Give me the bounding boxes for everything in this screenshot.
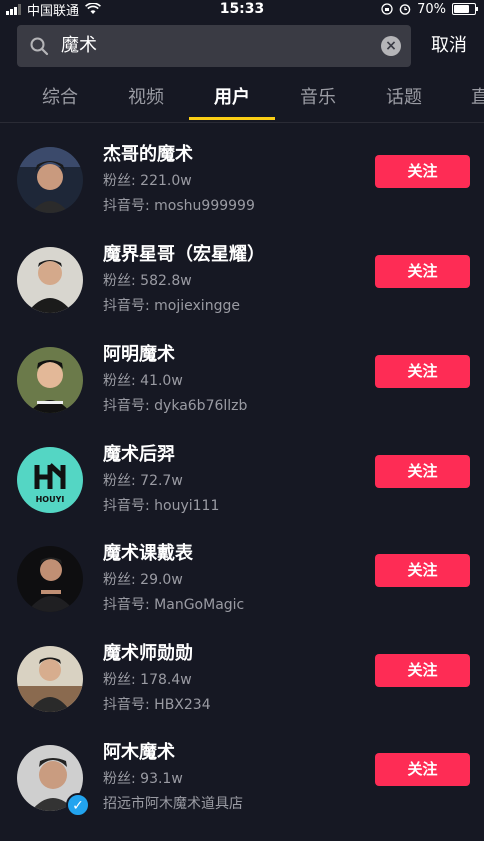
account-id: 招远市阿木魔术道具店	[103, 796, 243, 812]
user-name: 魔术师勋勋	[103, 643, 193, 664]
user-row[interactable]: 阿明魔术 粉丝: 41.0w 抖音号: dyka6b76llzb 关注	[0, 343, 484, 443]
user-row[interactable]: 杰哥的魔术 粉丝: 221.0w 抖音号: moshu999999 关注	[0, 143, 484, 243]
user-row[interactable]: HOUYI 魔术后羿 粉丝: 72.7w 抖音号: houyi111 关注	[0, 443, 484, 543]
avatar[interactable]	[17, 646, 83, 712]
search-input[interactable]: 魔术	[61, 25, 97, 67]
tab-general[interactable]: 综合	[17, 80, 103, 120]
tab-users[interactable]: 用户	[189, 80, 275, 120]
account-id: 抖音号: HBX234	[103, 697, 211, 713]
avatar[interactable]	[17, 247, 83, 313]
fans-count: 粉丝: 72.7w	[103, 473, 183, 489]
fans-count: 粉丝: 178.4w	[103, 672, 192, 688]
tab-bar: 综合 视频 用户 音乐 话题 直	[0, 80, 484, 123]
user-name: 魔术课戴表	[103, 543, 193, 564]
user-row[interactable]: ✓ 阿木魔术 粉丝: 93.1w 招远市阿木魔术道具店 关注	[0, 741, 484, 841]
follow-button[interactable]: 关注	[375, 355, 470, 388]
follow-button[interactable]: 关注	[375, 255, 470, 288]
avatar[interactable]	[17, 546, 83, 612]
avatar[interactable]	[17, 347, 83, 413]
user-row[interactable]: 魔界星哥（宏星耀） 粉丝: 582.8w 抖音号: mojiexingge 关注	[0, 243, 484, 343]
account-id: 抖音号: dyka6b76llzb	[103, 398, 248, 414]
battery-icon	[452, 3, 478, 15]
avatar[interactable]	[17, 147, 83, 213]
avatar[interactable]: HOUYI	[17, 447, 83, 513]
tab-videos[interactable]: 视频	[103, 80, 189, 120]
account-id: 抖音号: houyi111	[103, 498, 220, 514]
tab-music[interactable]: 音乐	[275, 80, 361, 120]
fans-count: 粉丝: 29.0w	[103, 572, 183, 588]
orientation-lock-icon	[381, 3, 393, 15]
battery-percent: 70%	[417, 1, 446, 17]
follow-button[interactable]: 关注	[375, 155, 470, 188]
user-name: 魔界星哥（宏星耀）	[103, 244, 265, 265]
fans-count: 粉丝: 41.0w	[103, 373, 183, 389]
clear-icon[interactable]: ×	[381, 36, 401, 56]
account-id: 抖音号: moshu999999	[103, 198, 255, 214]
verified-icon: ✓	[66, 793, 90, 817]
search-box[interactable]: 魔术 ×	[17, 25, 411, 67]
fans-count: 粉丝: 582.8w	[103, 273, 192, 289]
follow-button[interactable]: 关注	[375, 753, 470, 786]
user-name: 阿明魔术	[103, 344, 175, 365]
cancel-button[interactable]: 取消	[431, 25, 467, 67]
svg-text:HOUYI: HOUYI	[36, 495, 65, 504]
account-id: 抖音号: ManGoMagic	[103, 597, 245, 613]
user-name: 阿木魔术	[103, 742, 175, 763]
follow-button[interactable]: 关注	[375, 455, 470, 488]
fans-count: 粉丝: 221.0w	[103, 173, 192, 189]
fans-count: 粉丝: 93.1w	[103, 771, 183, 787]
search-icon	[30, 37, 49, 56]
follow-button[interactable]: 关注	[375, 654, 470, 687]
user-name: 杰哥的魔术	[103, 144, 193, 165]
account-id: 抖音号: mojiexingge	[103, 298, 240, 314]
alarm-icon	[399, 4, 411, 15]
tab-live[interactable]: 直	[447, 80, 484, 120]
user-name: 魔术后羿	[103, 444, 175, 465]
user-row[interactable]: 魔术课戴表 粉丝: 29.0w 抖音号: ManGoMagic 关注	[0, 542, 484, 642]
follow-button[interactable]: 关注	[375, 554, 470, 587]
user-row[interactable]: 魔术师勋勋 粉丝: 178.4w 抖音号: HBX234 关注	[0, 642, 484, 742]
status-bar: 中国联通 15:33 70%	[0, 0, 484, 19]
tab-topics[interactable]: 话题	[361, 80, 447, 120]
